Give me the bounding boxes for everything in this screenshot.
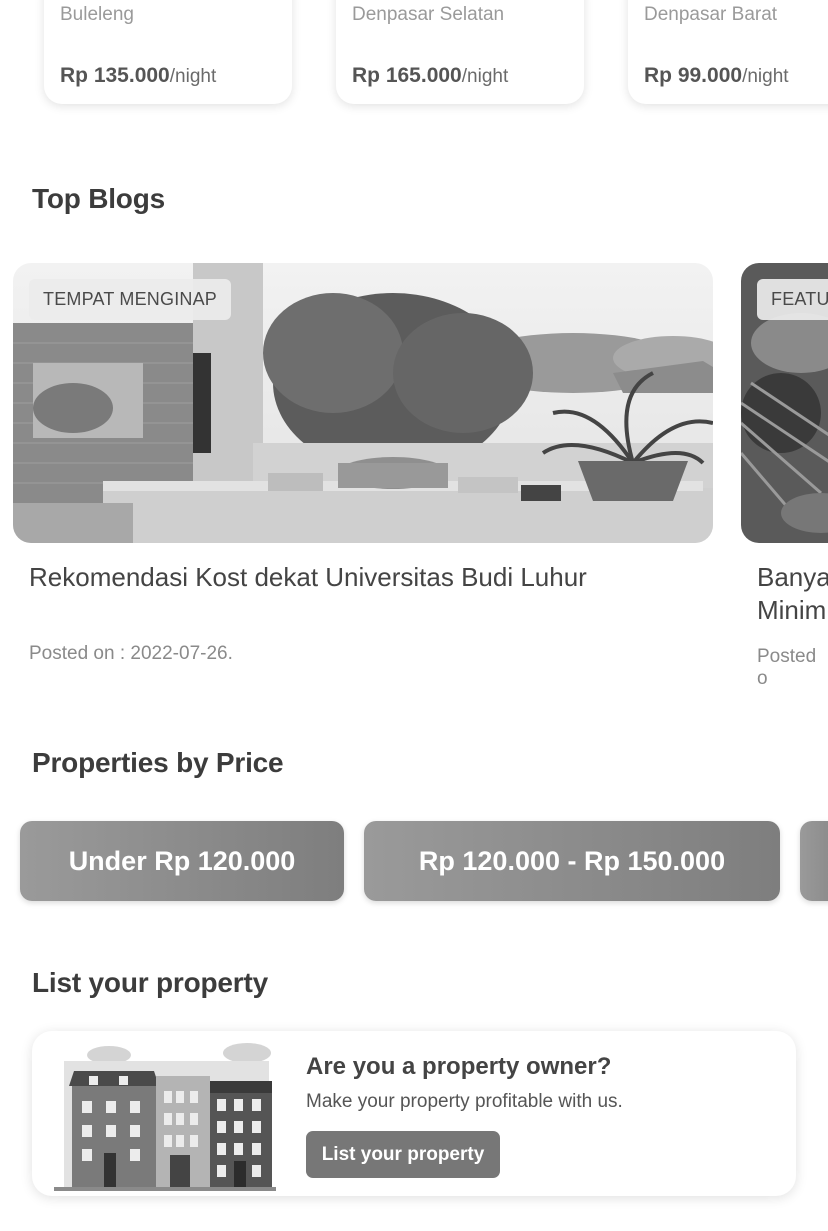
property-card[interactable]: Denpasar Selatan Rp 165.000/night (336, 0, 584, 104)
property-location: Denpasar Selatan (352, 4, 505, 25)
top-blogs-heading: Top Blogs (32, 183, 165, 214)
blog-date: Posted on : 2022-07-26. (29, 643, 233, 664)
property-card[interactable]: Denpasar Barat Rp 99.000/night (628, 0, 828, 104)
blog-category-badge: TEMPAT MENGINAP (29, 279, 232, 320)
list-property-button[interactable]: List your property (306, 1131, 500, 1178)
property-price: Rp 99.000/night (644, 64, 789, 87)
properties-by-price-heading: Properties by Price (32, 747, 284, 778)
blog-date: Posted o (757, 646, 817, 689)
buildings-illustration (54, 1043, 276, 1191)
list-property-card: Are you a property owner? Make your prop… (32, 1031, 796, 1196)
price-filter-under-120k-button[interactable]: Under Rp 120.000 (20, 821, 344, 901)
blog-title[interactable]: Rekomendasi Kost dekat Universitas Budi … (29, 561, 587, 594)
owner-card-title: Are you a property owner? (306, 1053, 612, 1080)
list-property-heading: List your property (32, 967, 268, 998)
blog-card-image[interactable]: TEMPAT MENGINAP (13, 263, 713, 543)
price-filter-button[interactable] (800, 821, 828, 901)
property-location: Denpasar Barat (644, 4, 778, 25)
blog-title[interactable]: Banya Minim (757, 561, 828, 627)
property-card[interactable]: Buleleng Rp 135.000/night (44, 0, 292, 104)
property-location: Buleleng (60, 4, 134, 25)
property-price: Rp 135.000/night (60, 64, 217, 87)
owner-card-subtitle: Make your property profitable with us. (306, 1091, 623, 1112)
property-price: Rp 165.000/night (352, 64, 509, 87)
blog-card-image[interactable]: FEATU (741, 263, 828, 543)
blog-category-badge: FEATU (757, 279, 828, 320)
price-filter-120k-150k-button[interactable]: Rp 120.000 - Rp 150.000 (364, 821, 780, 901)
